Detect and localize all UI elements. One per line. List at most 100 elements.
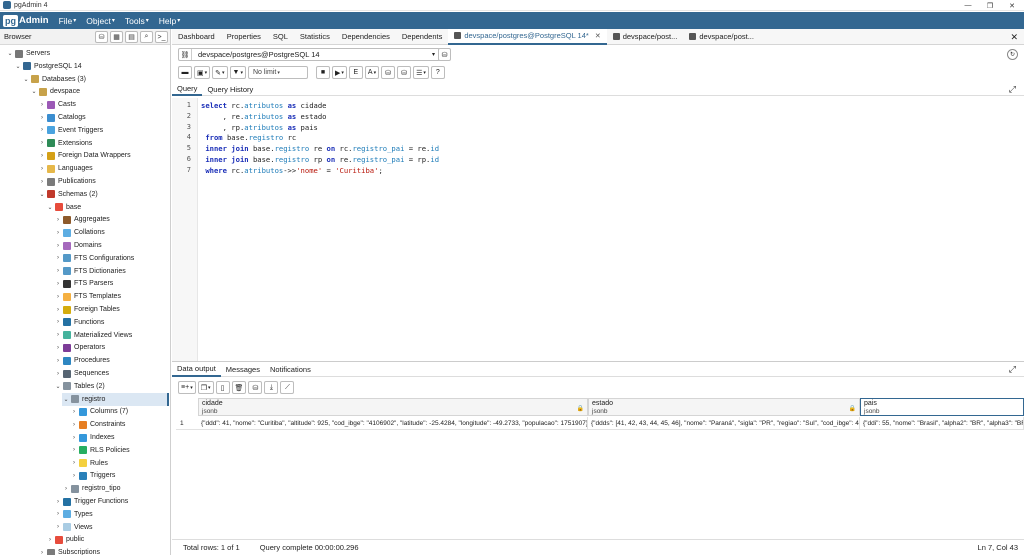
chevron-icon[interactable]: ›	[38, 166, 46, 172]
chevron-icon[interactable]: ›	[54, 268, 62, 274]
tree-node[interactable]: › Languages	[38, 162, 93, 175]
connection-select[interactable]: ⛓ devspace/postgres@PostgreSQL 14 ▾	[178, 48, 440, 61]
column-header-cidade[interactable]: cidade jsonb 🔒	[198, 398, 588, 416]
terminal-icon[interactable]: >_	[155, 31, 168, 43]
search-icon[interactable]: ⌕	[140, 31, 153, 43]
chevron-icon[interactable]: ›	[54, 358, 62, 364]
save-icon[interactable]: ▣	[194, 66, 211, 79]
chevron-icon[interactable]: ›	[38, 140, 46, 146]
stop-icon[interactable]: ■	[315, 66, 330, 79]
tree-node[interactable]: › Casts	[38, 98, 76, 111]
close-icon[interactable]: ✕	[1010, 32, 1018, 43]
database-icon[interactable]: ⛁	[95, 31, 108, 43]
close-tab-icon[interactable]: ✕	[595, 32, 601, 40]
tree-node[interactable]: › Sequences	[54, 367, 109, 380]
explain-icon[interactable]: E	[348, 66, 363, 79]
execute-icon[interactable]: ▶	[331, 66, 347, 79]
expand-icon[interactable]: ⤢	[1009, 84, 1016, 95]
chevron-icon[interactable]: ⌄	[38, 191, 46, 198]
tree-node[interactable]: › FTS Configurations	[54, 252, 134, 265]
tree-node[interactable]: › Triggers	[70, 469, 115, 482]
tree-node[interactable]: ⌄ Tables (2)	[54, 380, 105, 393]
tree-node[interactable]: › registro_tipo	[62, 482, 121, 495]
tree-node[interactable]: › Extensions	[38, 137, 92, 150]
chevron-icon[interactable]: ›	[54, 345, 62, 351]
tree-node[interactable]: › Functions	[54, 316, 104, 329]
chevron-icon[interactable]: ›	[70, 447, 78, 453]
chevron-icon[interactable]: ›	[54, 243, 62, 249]
tree-node[interactable]: › Views	[54, 521, 93, 534]
tab-data-output[interactable]: Data output	[172, 363, 221, 377]
tree-node[interactable]: › Materialized Views	[54, 329, 132, 342]
help-icon[interactable]: ?	[430, 66, 445, 79]
tree-node[interactable]: ⌄ PostgreSQL 14	[14, 60, 82, 73]
chevron-icon[interactable]: ›	[38, 153, 46, 159]
column-header-pais[interactable]: pais jsonb	[860, 398, 1024, 416]
commit-icon[interactable]: ⛁	[381, 66, 396, 79]
edit-icon[interactable]: ✎	[212, 66, 228, 79]
new-connection-icon[interactable]: ⛁	[438, 48, 451, 61]
chevron-icon[interactable]: ⌄	[54, 383, 62, 390]
chevron-icon[interactable]: ›	[54, 230, 62, 236]
chevron-icon[interactable]: ›	[38, 102, 46, 108]
tree-node[interactable]: › Catalogs	[38, 111, 86, 124]
tree-node[interactable]: ⌄ registro	[62, 392, 169, 406]
refresh-icon[interactable]: ↻	[1007, 49, 1018, 60]
add-row-icon[interactable]: ≡+	[178, 381, 196, 394]
tree-node[interactable]: ⌄ Schemas (2)	[38, 188, 98, 201]
tab-notifications[interactable]: Notifications	[265, 363, 316, 377]
chevron-icon[interactable]: ›	[54, 294, 62, 300]
chevron-icon[interactable]: ›	[54, 281, 62, 287]
copy-icon[interactable]: ❐	[197, 381, 214, 394]
chevron-icon[interactable]: ›	[54, 499, 62, 505]
tree-node[interactable]: › Rules	[70, 457, 108, 470]
tab-query-history[interactable]: Query History	[202, 83, 258, 96]
tree-node[interactable]: › Procedures	[54, 354, 110, 367]
tree-node[interactable]: › Domains	[54, 239, 102, 252]
tree-node[interactable]: › RLS Policies	[70, 444, 130, 457]
maximize-button[interactable]: ❐	[979, 0, 1001, 11]
explain-analyze-icon[interactable]: A	[364, 66, 380, 79]
main-tab[interactable]: devspace/post...	[607, 29, 684, 45]
chevron-icon[interactable]: ›	[54, 524, 62, 530]
tree-node[interactable]: › FTS Parsers	[54, 277, 113, 290]
main-tab[interactable]: SQL	[267, 29, 294, 45]
save-data-icon[interactable]: ⛁	[248, 381, 263, 394]
tree-node[interactable]: › Collations	[54, 226, 105, 239]
paste-icon[interactable]: ▯	[215, 381, 230, 394]
tree-node[interactable]: › Indexes	[70, 431, 115, 444]
tree-node[interactable]: › Constraints	[70, 418, 125, 431]
chevron-icon[interactable]: ⌄	[14, 63, 22, 70]
tree-node[interactable]: › Subscriptions	[38, 546, 100, 555]
main-tab[interactable]: Statistics	[294, 29, 336, 45]
column-header-estado[interactable]: estado jsonb 🔒	[588, 398, 860, 416]
chevron-icon[interactable]: ⌄	[62, 396, 70, 403]
open-file-icon[interactable]: ▬	[178, 66, 192, 79]
chevron-icon[interactable]: ›	[38, 127, 46, 133]
menu-file[interactable]: File ▾	[59, 16, 77, 26]
tree-node[interactable]: › Event Triggers	[38, 124, 103, 137]
tree-node[interactable]: › FTS Templates	[54, 290, 121, 303]
tree-node[interactable]: ⌄ base	[46, 201, 81, 214]
menu-object[interactable]: Object ▾	[86, 16, 115, 26]
download-icon[interactable]: ⤓	[264, 381, 279, 394]
chevron-icon[interactable]: ›	[70, 409, 78, 415]
chevron-icon[interactable]: ›	[38, 550, 46, 555]
chevron-icon[interactable]: ›	[54, 319, 62, 325]
tree-node[interactable]: › FTS Dictionaries	[54, 265, 126, 278]
tree-node[interactable]: ⌄ Servers	[6, 47, 50, 60]
graph-icon[interactable]: ⟋	[280, 381, 295, 394]
chevron-icon[interactable]: ›	[70, 473, 78, 479]
main-tab[interactable]: Dashboard	[172, 29, 221, 45]
tree-node[interactable]: › Foreign Tables	[54, 303, 120, 316]
table-cell[interactable]: {"ddd": 41, "nome": "Curitiba", "altitud…	[198, 417, 588, 430]
filter-icon[interactable]: ▼	[229, 66, 246, 79]
chevron-icon[interactable]: ›	[54, 371, 62, 377]
delete-icon[interactable]: 🗑	[231, 381, 247, 394]
table-view-icon[interactable]: ▦	[110, 31, 123, 43]
main-tab[interactable]: Dependents	[396, 29, 448, 45]
tree-node[interactable]: › Types	[54, 508, 93, 521]
main-tab[interactable]: Dependencies	[336, 29, 396, 45]
tree-node[interactable]: › public	[46, 533, 84, 546]
tree-node[interactable]: › Operators	[54, 341, 105, 354]
